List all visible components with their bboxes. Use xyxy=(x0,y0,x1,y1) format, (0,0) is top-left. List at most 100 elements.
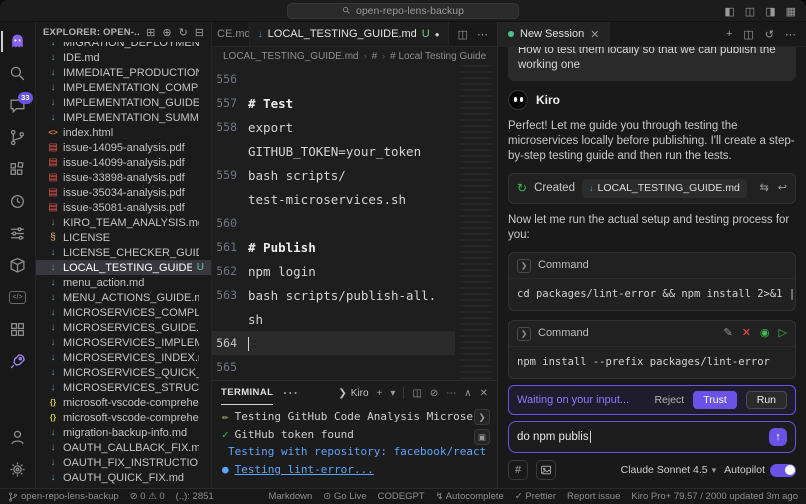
split-editor-icon[interactable]: ◫ xyxy=(458,28,468,41)
breadcrumb-heading[interactable]: # Local Testing Guide xyxy=(390,51,486,62)
file-item[interactable]: issue-33898-analysis.pdf xyxy=(36,170,211,185)
edit-command-icon[interactable]: ✎ xyxy=(723,326,732,341)
problems-status[interactable]: ⊘ 0 ⚠ 0 xyxy=(130,491,165,502)
new-terminal-icon[interactable]: + xyxy=(377,388,383,399)
tab-previous-file[interactable]: CE.md U xyxy=(212,22,250,46)
new-file-icon[interactable]: ⊞ xyxy=(146,26,155,39)
file-item[interactable]: MICROSERVICES_INDEX.md xyxy=(36,350,211,365)
file-item[interactable]: menu_action.md xyxy=(36,275,211,290)
codegpt-button[interactable]: </> xyxy=(1,283,35,312)
status-item[interactable]: ⊙ Go Live xyxy=(323,491,366,502)
file-item[interactable]: migration-backup-info.md xyxy=(36,425,211,440)
terminal-quick-button-1[interactable]: ❯ xyxy=(474,409,490,425)
file-item[interactable]: issue-35081-analysis.pdf xyxy=(36,200,211,215)
timeline-button[interactable] xyxy=(1,187,35,216)
file-item[interactable]: issue-14095-analysis.pdf xyxy=(36,140,211,155)
session-history-icon[interactable]: ↺ xyxy=(765,28,774,41)
created-file-chip[interactable]: ↓ LOCAL_TESTING_GUIDE.md xyxy=(581,179,747,198)
file-item[interactable]: MICROSERVICES_STRUCTURE... xyxy=(36,380,211,395)
command-center-search[interactable]: open-repo-lens-backup xyxy=(287,2,519,19)
close-session-icon[interactable]: ✕ xyxy=(590,28,599,41)
file-item[interactable]: microsoft-vscode-comprehensive-2... xyxy=(36,395,211,410)
file-item[interactable]: MICROSERVICES_GUIDE.md xyxy=(36,320,211,335)
code-editor[interactable]: 556 557 # Test 558 export GITHUB_TOKEN=y… xyxy=(212,65,497,380)
refresh-explorer-icon[interactable]: ↻ xyxy=(179,26,188,39)
new-folder-icon[interactable]: ⊕ xyxy=(162,26,171,39)
file-item[interactable]: issue-14099-analysis.pdf xyxy=(36,155,211,170)
toggle-sidebar-icon[interactable]: ◧ xyxy=(724,5,734,18)
status-item[interactable]: ✓ Prettier xyxy=(515,491,556,502)
kiro-logo-button[interactable] xyxy=(0,27,35,56)
file-item[interactable]: IDE.md xyxy=(36,50,211,65)
chat-view-button[interactable]: 33 xyxy=(1,91,35,120)
minimap[interactable] xyxy=(460,65,492,380)
status-item[interactable]: Report issue xyxy=(567,491,620,502)
file-item[interactable]: MENU_ACTIONS_GUIDE.md xyxy=(36,290,211,305)
command-code[interactable]: cd packages/lint-error && npm install 2>… xyxy=(509,279,795,310)
file-item[interactable]: IMPLEMENTATION_SUMMARY.md xyxy=(36,110,211,125)
git-branch-status[interactable]: open-repo-lens-backup xyxy=(8,491,119,502)
terminal-output[interactable]: ✏Testing GitHub Code Analysis Microservi… xyxy=(212,405,497,488)
model-selector[interactable]: Claude Sonnet 4.5 ▾ xyxy=(621,464,717,476)
chat-message-list[interactable]: documentation. Start with MICROSERVICES_… xyxy=(498,47,806,381)
terminal-profile-chevron-icon[interactable]: ▾ xyxy=(390,388,395,399)
file-item[interactable]: LICENSE_CHECKER_GUIDE.md xyxy=(36,245,211,260)
file-item[interactable]: MICROSERVICES_COMPLETE... xyxy=(36,305,211,320)
run-command-icon[interactable]: ▷ xyxy=(779,326,787,341)
file-item[interactable]: LICENSE xyxy=(36,230,211,245)
grid-view-button[interactable] xyxy=(1,315,35,344)
run-button[interactable]: Run xyxy=(745,391,787,409)
file-item[interactable]: MICROSERVICES_QUICK_STA... xyxy=(36,365,211,380)
chat-session-tab[interactable]: New Session ✕ xyxy=(498,22,611,46)
extensions-button[interactable] xyxy=(1,155,35,184)
kill-terminal-icon[interactable]: ⊘ xyxy=(430,388,438,399)
file-item[interactable]: index.html xyxy=(36,125,211,140)
terminal-profile-select[interactable]: ❯ Kiro xyxy=(338,388,368,399)
file-item[interactable]: MIGRATION_DEPLOYMENT... xyxy=(36,42,211,50)
autopilot-toggle[interactable] xyxy=(770,463,796,477)
breadcrumb-section[interactable]: # xyxy=(372,51,378,62)
account-button[interactable] xyxy=(1,423,35,452)
send-button[interactable]: ↑ xyxy=(769,428,787,446)
toggle-secondary-sidebar-icon[interactable]: ◨ xyxy=(765,5,775,18)
status-item[interactable]: Kiro Pro+ 79.57 / 2000 updated 3m ago xyxy=(631,491,798,502)
maximize-panel-icon[interactable]: ∧ xyxy=(464,388,471,399)
toggle-panel-icon[interactable]: ◫ xyxy=(745,5,755,18)
customize-layout-icon[interactable]: ▦ xyxy=(786,5,796,18)
split-terminal-icon[interactable]: ◫ xyxy=(412,388,421,399)
tab-local-testing-guide[interactable]: ↓ LOCAL_TESTING_GUIDE.md U ● xyxy=(249,22,449,46)
search-view-button[interactable] xyxy=(1,59,35,88)
chat-more-icon[interactable]: ⋯ xyxy=(785,28,796,41)
undo-change-icon[interactable]: ↩ xyxy=(778,181,787,196)
terminal-tab[interactable]: TERMINAL xyxy=(221,381,274,405)
close-panel-icon[interactable]: ✕ xyxy=(480,388,488,399)
collapse-folders-icon[interactable]: ⊟ xyxy=(195,26,204,39)
file-item[interactable]: IMMEDIATE_PRODUCTION_FIX.md xyxy=(36,65,211,80)
file-item[interactable]: OAUTH_FIX_INSTRUCTIONS.md xyxy=(36,455,211,470)
view-diff-icon[interactable]: ⇆ xyxy=(760,181,769,196)
tools-button[interactable] xyxy=(1,219,35,248)
status-item[interactable]: Markdown xyxy=(268,491,312,502)
source-control-button[interactable] xyxy=(1,123,35,152)
editor-more-actions-icon[interactable]: ⋯ xyxy=(477,28,488,41)
chat-input-value[interactable]: do npm publis xyxy=(517,431,761,443)
command-code[interactable]: npm install --prefix packages/lint-error xyxy=(509,347,795,378)
status-item[interactable]: CODEGPT xyxy=(378,491,425,502)
reject-command-icon[interactable]: ✕ xyxy=(742,326,751,341)
packages-button[interactable] xyxy=(1,251,35,280)
new-session-icon[interactable]: + xyxy=(726,28,732,40)
file-item[interactable]: microsoft-vscode-comprehensive-2... xyxy=(36,410,211,425)
trust-button[interactable]: Trust xyxy=(693,391,737,409)
record-command-icon[interactable]: ◉ xyxy=(760,326,770,341)
file-item[interactable]: KIRO_TEAM_ANALYSIS.md xyxy=(36,215,211,230)
attach-image-button[interactable] xyxy=(536,460,556,480)
file-item[interactable]: issue-35034-analysis.pdf xyxy=(36,185,211,200)
file-item[interactable]: IMPLEMENTATION_GUIDE.md xyxy=(36,95,211,110)
settings-button[interactable] xyxy=(1,455,35,484)
terminal-quick-button-2[interactable]: ▣ xyxy=(474,429,490,445)
file-item[interactable]: LOCAL_TESTING_GUIDE.md U xyxy=(36,260,211,275)
status-item[interactable]: ↯ Autocomplete xyxy=(436,491,504,502)
file-item[interactable]: OAUTH_CALLBACK_FIX.md xyxy=(36,440,211,455)
open-in-editor-icon[interactable]: ◫ xyxy=(743,28,753,41)
panel-more-icon[interactable]: ⋯ xyxy=(282,383,298,403)
